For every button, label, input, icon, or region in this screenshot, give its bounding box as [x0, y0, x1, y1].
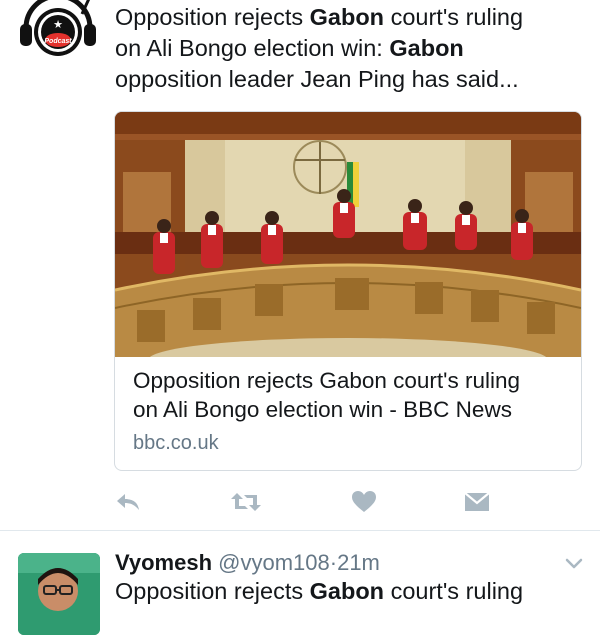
tweet-options-button[interactable]	[563, 553, 585, 575]
tweet-header: Vyomesh @vyom108·21m	[115, 548, 380, 578]
user-photo	[18, 553, 100, 635]
card-title[interactable]: Opposition rejects Gabon court's ruling …	[133, 366, 573, 424]
podcast-label: Podcast	[44, 38, 72, 45]
podcast-avatar[interactable]: ★ Podcast	[18, 0, 98, 60]
like-button[interactable]	[348, 486, 380, 518]
hashtag-highlight: Gabon	[309, 578, 385, 604]
card-title-line: on Ali Bongo election win - BBC News	[133, 397, 512, 422]
avatar[interactable]	[18, 553, 100, 635]
tweet-text: Opposition rejects Gabon court's ruling …	[115, 2, 585, 95]
tweet-text-part: Opposition rejects	[115, 4, 310, 30]
courtroom-photo[interactable]	[115, 112, 581, 357]
tweet-text-part: court's ruling	[384, 578, 524, 604]
reply-button[interactable]	[112, 486, 144, 518]
tweet-text-part: on Ali Bongo election win:	[115, 35, 390, 61]
direct-message-icon	[464, 492, 490, 511]
tweet-text: Opposition rejects Gabon court's ruling	[115, 576, 585, 607]
tweet-divider	[0, 530, 600, 531]
hashtag-highlight: Gabon	[309, 4, 385, 30]
retweet-icon	[231, 493, 261, 511]
card-title-line: Opposition rejects Gabon court's ruling	[133, 368, 520, 393]
podcast-logo-icon: ★ Podcast	[20, 0, 96, 56]
timestamp[interactable]: 21m	[337, 550, 380, 575]
reply-icon	[117, 494, 139, 510]
link-preview-card[interactable]: Opposition rejects Gabon court's ruling …	[114, 111, 582, 471]
separator: ·	[329, 550, 338, 575]
hashtag-highlight: Gabon	[389, 35, 464, 61]
tweet-text-part: Opposition rejects	[115, 578, 310, 604]
direct-message-button[interactable]	[461, 486, 493, 518]
display-name[interactable]: Vyomesh	[115, 550, 212, 575]
svg-text:★: ★	[53, 18, 63, 31]
tweet-text-part: court's ruling	[384, 4, 524, 30]
retweet-button[interactable]	[230, 486, 262, 518]
chevron-down-icon	[565, 558, 583, 569]
tweet-text-part: opposition leader Jean Ping has said...	[115, 66, 519, 92]
user-handle[interactable]: @vyom108	[218, 550, 330, 575]
like-icon	[352, 491, 376, 512]
card-domain: bbc.co.uk	[133, 432, 219, 454]
